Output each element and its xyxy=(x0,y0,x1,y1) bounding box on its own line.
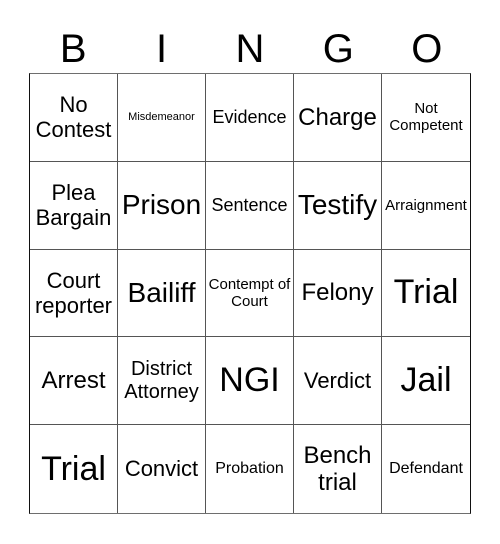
bingo-cell-b5[interactable]: Trial xyxy=(30,425,118,513)
bingo-cell-label: Trial xyxy=(41,449,106,488)
bingo-cell-n4[interactable]: NGI xyxy=(206,337,294,426)
bingo-cell-i1[interactable]: Misdemeanor xyxy=(118,74,206,162)
bingo-cell-label: Sentence xyxy=(211,194,288,215)
bingo-cell-g4[interactable]: Verdict xyxy=(294,337,382,426)
bingo-cell-o4[interactable]: Jail xyxy=(382,337,470,426)
bingo-cell-label: Plea Bargain xyxy=(35,179,112,231)
bingo-cell-label: Defendant xyxy=(389,459,463,477)
bingo-cell-label: Contempt of Court xyxy=(208,275,291,310)
bingo-grid: No Contest Misdemeanor Evidence Charge Not C… xyxy=(29,73,471,514)
bingo-cell-b3[interactable]: Court reporter xyxy=(30,249,118,338)
bingo-cell-label: Testify xyxy=(297,189,378,221)
bingo-cell-b4[interactable]: Arrest xyxy=(30,337,118,426)
bingo-cell-label: Misdemeanor xyxy=(128,111,195,124)
header-letter-n: N xyxy=(235,27,265,71)
bingo-cell-label: District Attorney xyxy=(124,357,199,403)
header-letter-o: O xyxy=(411,27,443,71)
bingo-cell-label: NGI xyxy=(219,361,280,400)
bingo-cell-o3[interactable]: Trial xyxy=(382,250,470,338)
header-letter-i: I xyxy=(156,27,168,71)
bingo-cell-label: Verdict xyxy=(303,368,372,394)
bingo-cell-n3[interactable]: Contempt of Court xyxy=(206,249,294,338)
bingo-cell-o2[interactable]: Arraignment xyxy=(382,162,470,250)
bingo-cell-label: Charge xyxy=(298,103,377,131)
bingo-cell-label: Court reporter xyxy=(34,267,113,318)
bingo-cell-label: Arraignment xyxy=(385,196,467,214)
bingo-cell-i4[interactable]: District Attorney xyxy=(118,337,206,426)
bingo-cell-label: Bailiff xyxy=(127,276,196,308)
bingo-cell-g5[interactable]: Bench trial xyxy=(294,425,382,513)
bingo-cell-label: Bench trial xyxy=(303,441,372,497)
bingo-cell-o1[interactable]: Not Competent xyxy=(382,74,470,162)
bingo-cell-n5[interactable]: Probation xyxy=(206,425,294,513)
bingo-cell-n1[interactable]: Evidence xyxy=(206,74,294,162)
bingo-cell-label: Felony xyxy=(301,279,374,307)
bingo-cell-b2[interactable]: Plea Bargain xyxy=(30,161,118,250)
bingo-cell-i5[interactable]: Convict xyxy=(118,425,206,513)
bingo-cell-label: Trial xyxy=(393,273,459,312)
bingo-cell-n2[interactable]: Sentence xyxy=(206,161,294,250)
bingo-cell-label: Probation xyxy=(215,459,284,477)
bingo-cell-label: Convict xyxy=(124,456,199,482)
bingo-header: B I N G O xyxy=(29,26,471,72)
bingo-cell-label: Jail xyxy=(400,361,452,400)
bingo-cell-b1[interactable]: No Contest xyxy=(30,74,118,162)
bingo-cell-o5[interactable]: Defendant xyxy=(382,425,470,513)
header-letter-g: G xyxy=(322,27,354,71)
bingo-cell-label: Prison xyxy=(121,189,202,221)
bingo-cell-g2[interactable]: Testify xyxy=(294,161,382,250)
bingo-cell-label: Not Competent xyxy=(389,100,463,135)
bingo-cell-g3[interactable]: Felony xyxy=(294,249,382,338)
bingo-cell-label: No Contest xyxy=(35,92,112,143)
header-letter-b: B xyxy=(59,27,87,71)
bingo-cell-i3[interactable]: Bailiff xyxy=(118,249,206,338)
bingo-cell-i2[interactable]: Prison xyxy=(118,161,206,250)
bingo-cell-label: Arrest xyxy=(41,366,106,394)
bingo-cell-label: Evidence xyxy=(212,107,287,128)
bingo-cell-g1[interactable]: Charge xyxy=(294,74,382,162)
